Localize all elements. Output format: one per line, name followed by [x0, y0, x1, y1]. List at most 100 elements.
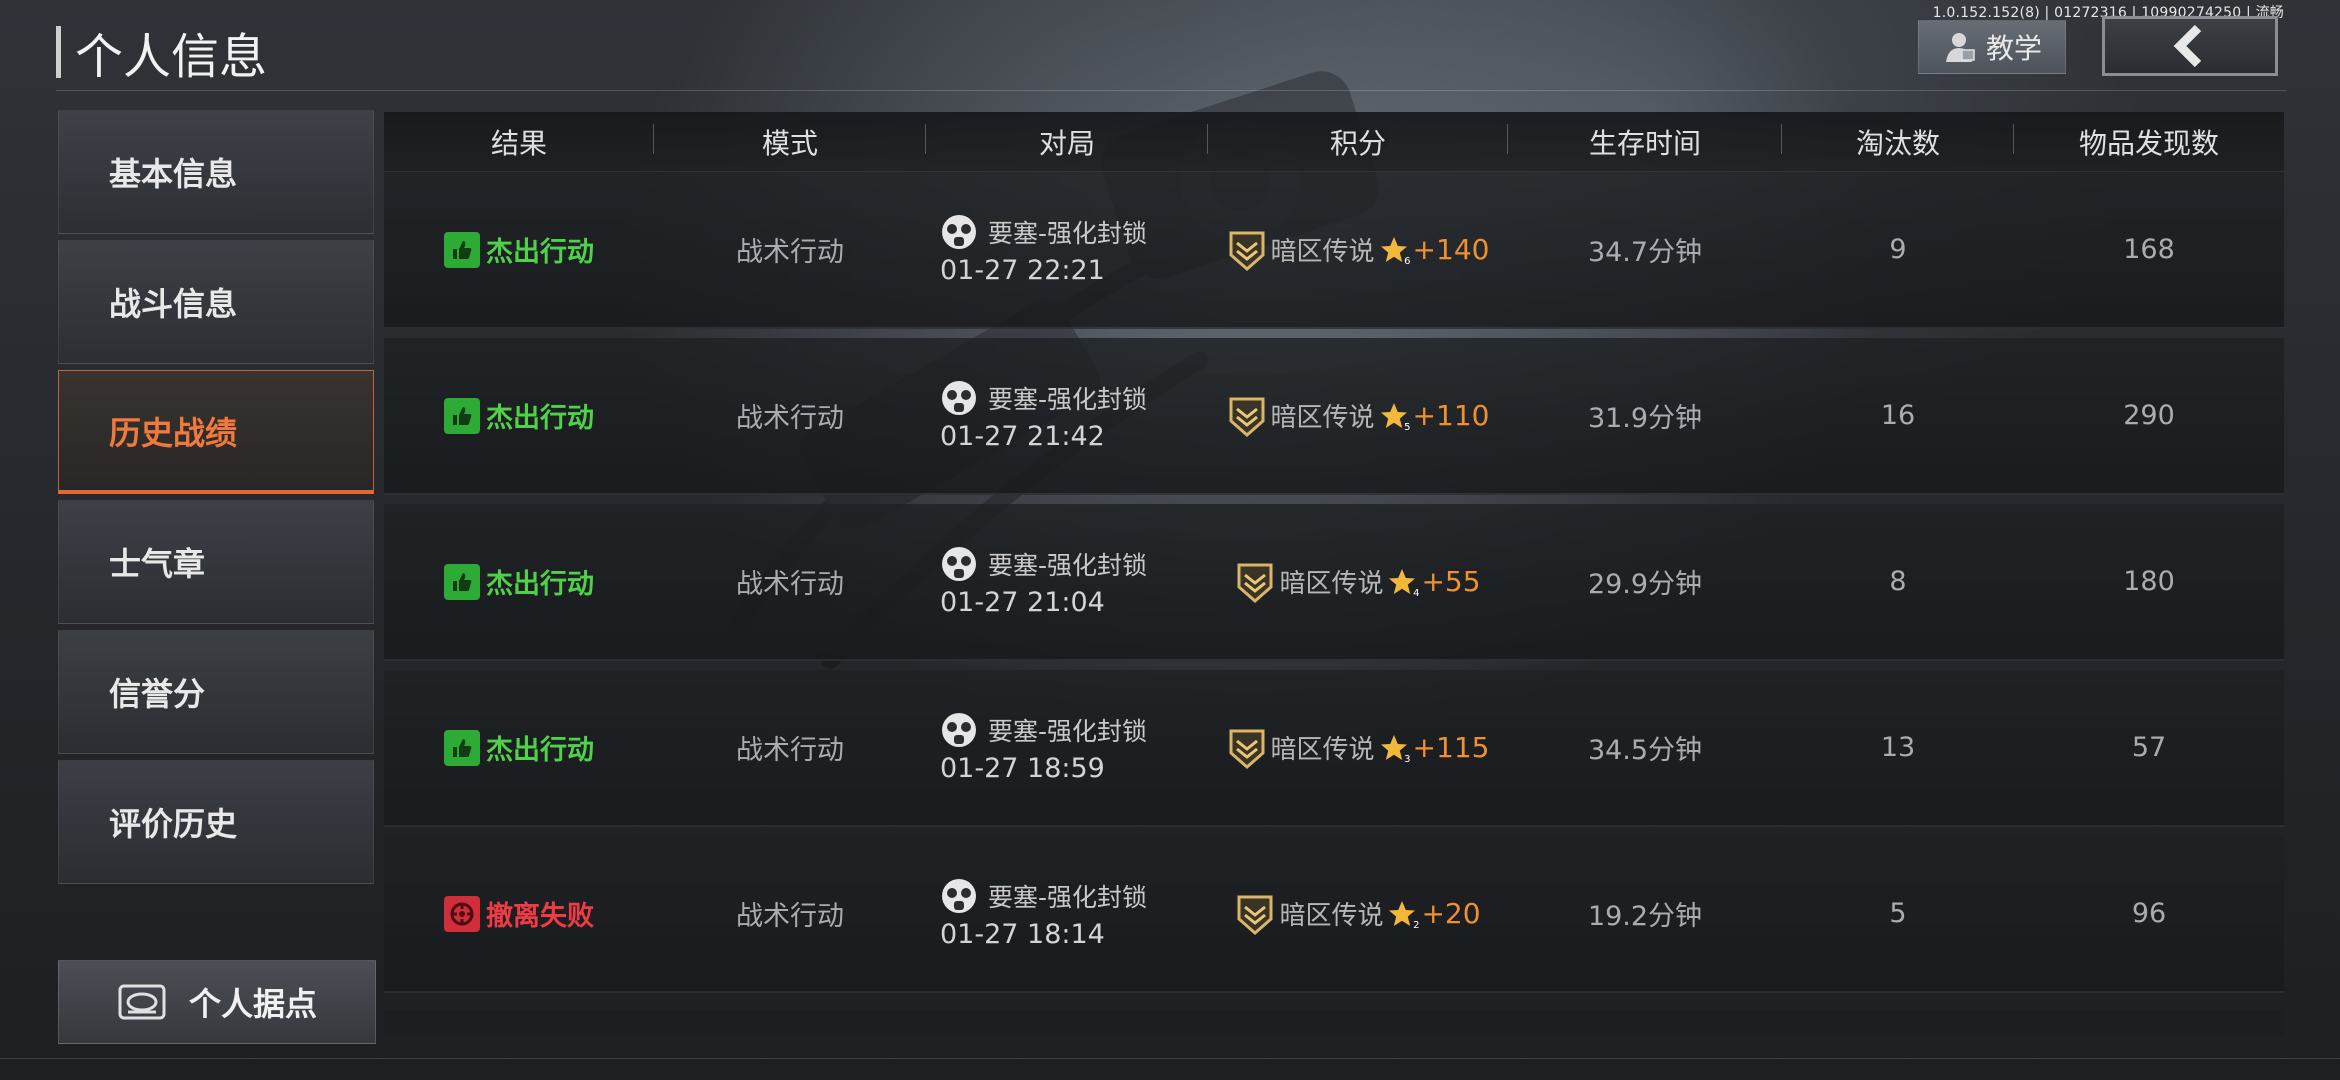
- match-cell: 要塞-强化封锁 01-27 22:21: [926, 213, 1208, 286]
- result-icon: [444, 397, 480, 434]
- star-level: 4: [1413, 587, 1420, 599]
- kills-cell: 13: [1880, 732, 1916, 763]
- sidebar-item-label: 士气章: [109, 545, 206, 583]
- base-icon: [118, 984, 166, 1020]
- score-cell: 暗区传说 4 +55: [1208, 561, 1508, 603]
- gas-mask-icon: [942, 215, 976, 249]
- match-history-table: 结果 模式 对局 积分 生存时间 淘汰数 物品发现数 杰出行动 战术行动 要塞-: [384, 112, 2284, 993]
- rank-badge-icon: [1229, 231, 1265, 271]
- personal-base-button[interactable]: 个人据点: [58, 960, 376, 1044]
- tutorial-button[interactable]: 教学: [1918, 20, 2066, 74]
- result-label: 杰出行动: [486, 237, 594, 268]
- rank-badge-icon: [1229, 397, 1265, 437]
- table-header: 结果 模式 对局 积分 生存时间 淘汰数 物品发现数: [384, 112, 2284, 172]
- star-icon: 3: [1379, 733, 1411, 765]
- rank-badge-icon: [1229, 729, 1265, 769]
- map-name: 要塞-强化封锁: [988, 551, 1148, 580]
- items-found-cell: 290: [2123, 400, 2175, 431]
- star-icon: 5: [1379, 401, 1411, 433]
- thumbs-up-icon: [453, 240, 472, 259]
- sidebar-item-label: 评价历史: [109, 805, 238, 843]
- score-cell: 暗区传说 3 +115: [1208, 727, 1508, 769]
- rank-name: 暗区传说: [1279, 569, 1384, 599]
- sidebar-item-label: 历史战绩: [109, 413, 238, 452]
- result-cell: 杰出行动: [384, 230, 654, 269]
- star-level: 5: [1404, 421, 1411, 433]
- result-cell: 杰出行动: [384, 396, 654, 435]
- result-cell: 撤离失败: [384, 894, 654, 933]
- star-icon: 4: [1387, 567, 1420, 599]
- star-level: 2: [1413, 919, 1420, 931]
- mode-cell: 战术行动: [736, 237, 844, 268]
- page-title: 个人信息: [75, 29, 268, 85]
- mode-cell: 战术行动: [736, 901, 844, 932]
- map-name: 要塞-强化封锁: [988, 717, 1148, 746]
- title-accent-bar: [56, 26, 61, 78]
- table-row[interactable]: 撤离失败 战术行动 要塞-强化封锁 01-27 18:14 暗区传说 2 +20…: [384, 836, 2284, 993]
- map-name: 要塞-强化封锁: [988, 385, 1148, 414]
- result-icon: [444, 729, 480, 766]
- items-found-cell: 96: [2131, 898, 2167, 929]
- table-row[interactable]: 杰出行动 战术行动 要塞-强化封锁 01-27 22:21 暗区传说 6 +14…: [384, 172, 2284, 329]
- table-row[interactable]: 杰出行动 战术行动 要塞-强化封锁 01-27 21:04 暗区传说 4 +55…: [384, 504, 2284, 661]
- rank-badge-icon: [1237, 563, 1273, 603]
- column-header-result: 结果: [384, 122, 654, 162]
- map-name: 要塞-强化封锁: [988, 219, 1148, 248]
- kills-cell: 9: [1889, 234, 1907, 265]
- table-bottom-strip: [384, 1010, 2284, 1036]
- back-button[interactable]: [2102, 16, 2278, 76]
- star-icon: 6: [1379, 235, 1411, 267]
- rank-name: 暗区传说: [1270, 237, 1375, 267]
- sidebar-item-label: 基本信息: [109, 155, 238, 193]
- score-cell: 暗区传说 5 +110: [1208, 395, 1508, 437]
- gas-mask-icon: [942, 547, 976, 581]
- sidebar-item-basic-info[interactable]: 基本信息: [58, 110, 374, 234]
- sidebar-item-credit-score[interactable]: 信誉分: [58, 630, 374, 754]
- match-time: 01-27 21:04: [940, 587, 1105, 618]
- score-cell: 暗区传说 6 +140: [1208, 229, 1508, 271]
- gas-mask-icon: [942, 713, 976, 747]
- rank-name: 暗区传说: [1270, 735, 1375, 765]
- column-header-mode: 模式: [654, 122, 926, 162]
- personal-base-label: 个人据点: [188, 985, 317, 1023]
- match-cell: 要塞-强化封锁 01-27 21:04: [926, 545, 1208, 618]
- result-icon: [444, 231, 480, 268]
- map-name: 要塞-强化封锁: [988, 883, 1148, 912]
- sidebar-item-match-history[interactable]: 历史战绩: [58, 370, 374, 494]
- result-label: 杰出行动: [486, 735, 594, 766]
- match-cell: 要塞-强化封锁 01-27 18:59: [926, 711, 1208, 784]
- kills-cell: 16: [1880, 400, 1916, 431]
- column-header-match: 对局: [926, 122, 1208, 162]
- rank-name: 暗区传说: [1270, 403, 1375, 433]
- result-icon: [444, 895, 480, 932]
- thumbs-up-icon: [453, 572, 472, 591]
- score-value: +55: [1421, 565, 1481, 598]
- sidebar: 基本信息 战斗信息 历史战绩 士气章 信誉分 评价历史: [58, 110, 374, 890]
- match-time: 01-27 22:21: [940, 255, 1105, 286]
- chevron-left-icon: [2173, 24, 2202, 68]
- kills-cell: 5: [1889, 898, 1907, 929]
- items-found-cell: 57: [2131, 732, 2167, 763]
- table-row[interactable]: 杰出行动 战术行动 要塞-强化封锁 01-27 18:59 暗区传说 3 +11…: [384, 670, 2284, 827]
- thumbs-up-icon: [453, 738, 472, 757]
- result-label: 杰出行动: [486, 569, 594, 600]
- gas-mask-icon: [942, 879, 976, 913]
- column-header-kills: 淘汰数: [1782, 122, 2014, 162]
- match-time: 01-27 18:14: [940, 919, 1105, 950]
- table-row[interactable]: 杰出行动 战术行动 要塞-强化封锁 01-27 21:42 暗区传说 5 +11…: [384, 338, 2284, 495]
- sidebar-item-combat-info[interactable]: 战斗信息: [58, 240, 374, 364]
- sidebar-item-review-history[interactable]: 评价历史: [58, 760, 374, 884]
- mode-cell: 战术行动: [736, 569, 844, 600]
- result-label: 杰出行动: [486, 403, 594, 434]
- sidebar-item-morale-badge[interactable]: 士气章: [58, 500, 374, 624]
- rank-name: 暗区传说: [1279, 901, 1384, 931]
- failure-icon: [450, 902, 474, 925]
- match-cell: 要塞-强化封锁 01-27 21:42: [926, 379, 1208, 452]
- mode-cell: 战术行动: [736, 403, 844, 434]
- result-cell: 杰出行动: [384, 562, 654, 601]
- star-level: 3: [1404, 753, 1411, 765]
- match-time: 01-27 21:42: [940, 421, 1105, 452]
- column-header-score: 积分: [1208, 122, 1508, 162]
- mode-cell: 战术行动: [736, 735, 844, 766]
- score-value: +20: [1421, 897, 1481, 930]
